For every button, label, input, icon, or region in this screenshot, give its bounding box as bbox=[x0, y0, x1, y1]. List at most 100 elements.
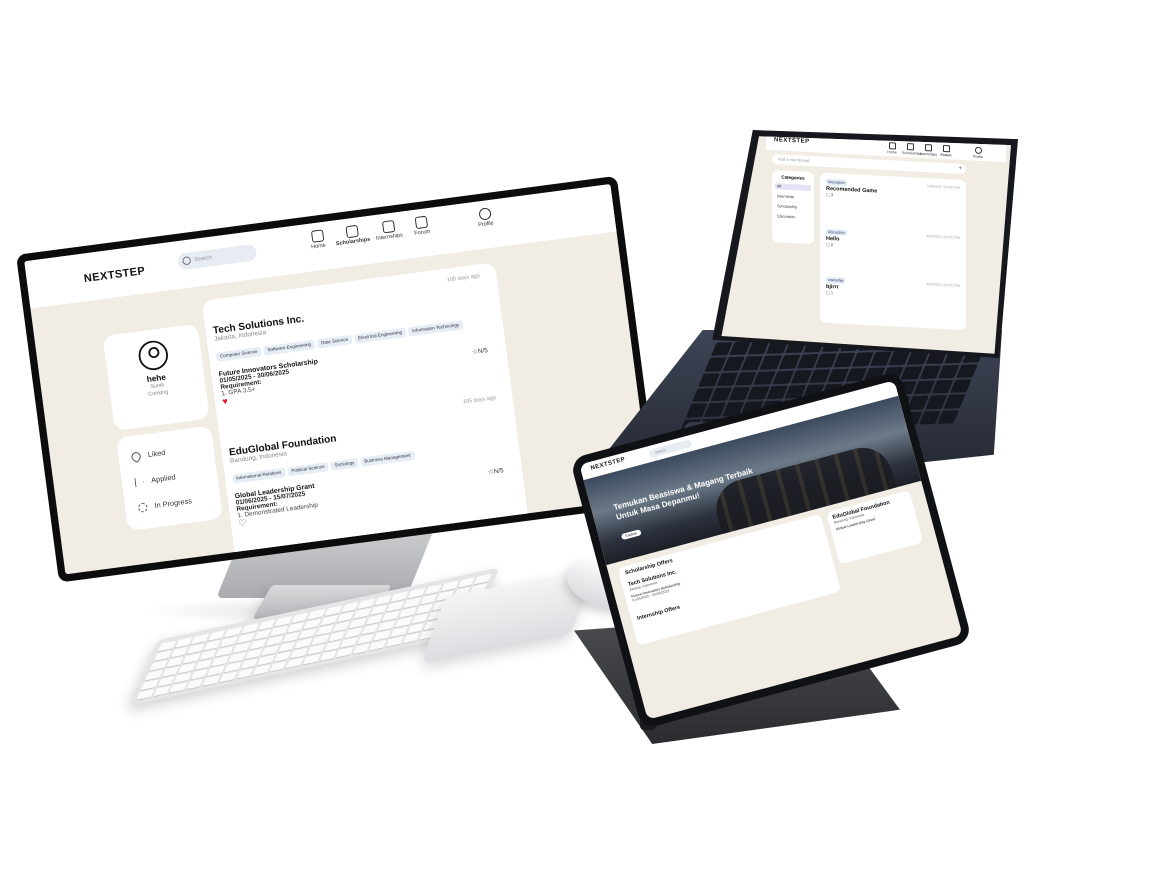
key bbox=[319, 650, 338, 662]
search-placeholder: Search bbox=[654, 447, 667, 455]
new-thread-placeholder: Add a new thread bbox=[778, 156, 810, 163]
nav-internships-label: Internships bbox=[920, 151, 938, 157]
nav-forum[interactable]: Forum bbox=[938, 144, 954, 158]
key bbox=[186, 678, 204, 690]
nav-scholarships-label: Scholarships bbox=[335, 237, 371, 248]
chat-icon bbox=[942, 144, 950, 153]
menu-in-progress-label: In Progress bbox=[154, 496, 193, 510]
key bbox=[235, 667, 254, 679]
brand-logo[interactable]: NEXTSTEP bbox=[83, 264, 146, 285]
briefcase-icon bbox=[924, 144, 932, 152]
heart-icon bbox=[129, 450, 143, 464]
nav-forum-label: Forum bbox=[940, 152, 952, 158]
key bbox=[385, 636, 404, 647]
menu-liked-label: Liked bbox=[147, 448, 166, 459]
nav-scholarships[interactable]: Scholarships bbox=[333, 223, 372, 247]
thread-item[interactable]: Discussion 6/26/2025, 3:14:31 PM Hello ▢… bbox=[826, 228, 960, 254]
key bbox=[285, 657, 304, 669]
plus-icon[interactable]: + bbox=[958, 164, 962, 174]
thread-date: 6/26/2025, 3:14:31 PM bbox=[926, 234, 960, 240]
search-icon bbox=[182, 256, 192, 266]
nav-profile-label: Profile bbox=[477, 220, 495, 229]
avatar[interactable] bbox=[136, 338, 170, 372]
forum-page: NEXTSTEP Home Scholarships Internships F… bbox=[766, 136, 1006, 350]
field-tag: Software Engineering bbox=[263, 339, 316, 356]
nav-profile[interactable]: Profile bbox=[466, 206, 505, 230]
menu-liked[interactable]: Liked bbox=[129, 448, 166, 464]
thread-item[interactable]: Internship 6/26/2025, 3:14:31 PM bjirrr … bbox=[826, 276, 960, 302]
nav-internships[interactable]: Internships bbox=[920, 144, 938, 157]
key bbox=[474, 573, 493, 585]
user-icon bbox=[974, 146, 982, 155]
nav-home[interactable]: Home bbox=[298, 228, 337, 252]
brand-logo[interactable]: NEXTSTEP bbox=[774, 137, 810, 145]
category-internship[interactable]: Internship bbox=[775, 193, 811, 201]
activity-menu: Liked Applied In Progress bbox=[116, 425, 223, 531]
field-tag: Business Management bbox=[360, 450, 415, 467]
field-tag: Sociology bbox=[330, 458, 359, 471]
thread-date: 7/28/2025, 3:14:31 PM bbox=[926, 184, 960, 190]
graduation-cap-icon bbox=[906, 143, 914, 151]
loader-icon bbox=[137, 502, 148, 513]
thread-item[interactable]: Discussion 7/28/2025, 3:14:31 PM Recomen… bbox=[826, 178, 960, 204]
menu-applied-label: Applied bbox=[150, 472, 177, 485]
nav-home-label: Home bbox=[310, 242, 327, 251]
key bbox=[302, 653, 321, 665]
briefcase-icon bbox=[381, 220, 395, 234]
nav-home-label: Home bbox=[887, 150, 897, 155]
field-tag: Political Science bbox=[287, 462, 329, 477]
key bbox=[352, 643, 371, 655]
key bbox=[269, 660, 288, 672]
scholarship-feed: 105 days ago Tech Solutions Inc. Jakarta… bbox=[201, 262, 530, 567]
comment-count-value: 1 bbox=[830, 290, 834, 296]
scholarship-card[interactable]: 105 days ago Tech Solutions Inc. Jakarta… bbox=[210, 269, 502, 408]
field-tag: Information Technology bbox=[407, 320, 464, 337]
key bbox=[369, 639, 387, 651]
profile-card: hehe Sunib Cooking bbox=[102, 323, 210, 431]
key bbox=[202, 674, 221, 686]
thread-date: 6/26/2025, 3:14:31 PM bbox=[926, 282, 960, 288]
comment-count-value: 0 bbox=[830, 242, 834, 248]
key bbox=[335, 646, 354, 658]
thread-category-badge: Internship bbox=[826, 276, 846, 284]
graduation-cap-icon bbox=[345, 224, 359, 239]
nav-forum[interactable]: Forum bbox=[402, 214, 441, 238]
laptop-screen: NEXTSTEP Home Scholarships Internships F… bbox=[721, 136, 1011, 354]
comment-count-value: 3 bbox=[830, 192, 834, 198]
category-discussion[interactable]: Discussion bbox=[775, 213, 811, 221]
rating-value: N/5 bbox=[477, 347, 489, 356]
user-icon bbox=[477, 207, 492, 221]
send-icon bbox=[134, 477, 144, 487]
key bbox=[169, 682, 188, 693]
hero-cta-button[interactable]: Explore bbox=[620, 529, 642, 541]
home-icon bbox=[310, 229, 324, 243]
thread-category-badge: Discussion bbox=[826, 228, 847, 236]
nav-profile[interactable]: Profile bbox=[970, 146, 986, 159]
rating-value: N/5 bbox=[493, 467, 505, 476]
home-icon bbox=[888, 142, 896, 150]
search-input[interactable]: Search bbox=[176, 243, 258, 271]
category-all[interactable]: All bbox=[775, 183, 811, 192]
menu-applied[interactable]: Applied bbox=[134, 473, 176, 487]
categories-title: Categories bbox=[781, 174, 805, 181]
field-tag: Electrical Engineering bbox=[353, 327, 407, 344]
category-scholarship[interactable]: Scholarship bbox=[775, 203, 811, 211]
field-tag: Data Science bbox=[316, 334, 353, 349]
scholarship-card[interactable]: 105 days ago EduGlobal Foundation Bandun… bbox=[227, 395, 518, 529]
nav-home[interactable]: Home bbox=[884, 142, 900, 155]
thread-list: Discussion 7/28/2025, 3:14:31 PM Recomen… bbox=[820, 172, 966, 331]
nav-forum-label: Forum bbox=[414, 229, 431, 237]
menu-in-progress[interactable]: In Progress bbox=[137, 496, 193, 513]
field-tag: Computer Science bbox=[215, 346, 262, 362]
desktop-monitor: NEXTSTEP Search Home Scholarships Intern… bbox=[16, 175, 660, 583]
key bbox=[136, 689, 154, 700]
chat-icon bbox=[414, 215, 428, 230]
categories-panel: Categories All Internship Scholarship Di… bbox=[772, 170, 814, 245]
thread-category-badge: Discussion bbox=[826, 178, 847, 186]
key bbox=[219, 671, 238, 683]
key bbox=[152, 685, 171, 697]
nav-scholarships[interactable]: Scholarships bbox=[902, 143, 922, 156]
field-tag: International Relations bbox=[231, 467, 286, 484]
key bbox=[252, 664, 271, 676]
nav-internships-label: Internships bbox=[375, 232, 404, 242]
